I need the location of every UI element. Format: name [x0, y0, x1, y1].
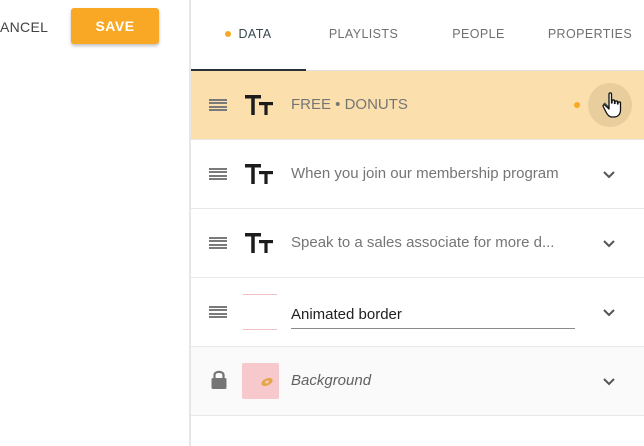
chevron-down-icon[interactable] [601, 166, 617, 182]
list-item-background[interactable]: Background [191, 347, 644, 416]
list-item-animated-border[interactable] [191, 278, 644, 347]
tab-label: DATA [238, 27, 272, 41]
row-label: Background [291, 372, 372, 389]
tab-data[interactable]: DATA [191, 0, 306, 68]
text-format-icon [245, 95, 273, 115]
background-thumbnail [242, 363, 279, 399]
drag-handle-icon[interactable] [209, 237, 227, 249]
text-format-icon [245, 233, 273, 253]
tab-label: PLAYLISTS [328, 27, 399, 41]
border-thumbnail [243, 294, 277, 330]
drag-handle-icon[interactable] [209, 306, 227, 318]
tab-status-dot [225, 31, 232, 37]
tab-label: PROPERTIES [547, 27, 633, 41]
left-pane: ANCEL SAVE [0, 0, 190, 446]
list-item-sales-associate[interactable]: Speak to a sales associate for more d... [191, 209, 644, 278]
chevron-down-icon[interactable] [601, 304, 617, 320]
cancel-button[interactable]: ANCEL [0, 10, 48, 44]
list-item-free-donuts[interactable]: FREE • DONUTS [191, 71, 644, 140]
tab-bar: DATA PLAYLISTS PEOPLE PROPERTIES [191, 0, 644, 71]
media-name-input[interactable] [291, 300, 575, 329]
text-format-icon [245, 164, 273, 184]
chevron-down-icon[interactable] [601, 235, 617, 251]
drag-handle-icon[interactable] [209, 99, 227, 111]
list-item-membership[interactable]: When you join our membership program [191, 140, 644, 209]
tab-properties[interactable]: PROPERTIES [536, 0, 644, 68]
hand-cursor-icon [602, 92, 622, 118]
unsaved-dot [574, 102, 580, 108]
save-button[interactable]: SAVE [71, 8, 159, 44]
tab-playlists[interactable]: PLAYLISTS [306, 0, 421, 68]
chevron-down-icon[interactable] [601, 373, 617, 389]
tab-people[interactable]: PEOPLE [421, 0, 536, 68]
lock-icon [211, 370, 227, 389]
data-list: FREE • DONUTS When you join our membersh… [191, 71, 644, 416]
properties-panel: DATA PLAYLISTS PEOPLE PROPERTIES FREE • … [191, 0, 644, 446]
row-label: When you join our membership program [291, 165, 559, 182]
tab-label: PEOPLE [452, 27, 505, 41]
drag-handle-icon[interactable] [209, 168, 227, 180]
donut-image-icon [261, 377, 273, 387]
row-label: FREE • DONUTS [291, 96, 408, 113]
row-label: Speak to a sales associate for more d... [291, 234, 555, 251]
